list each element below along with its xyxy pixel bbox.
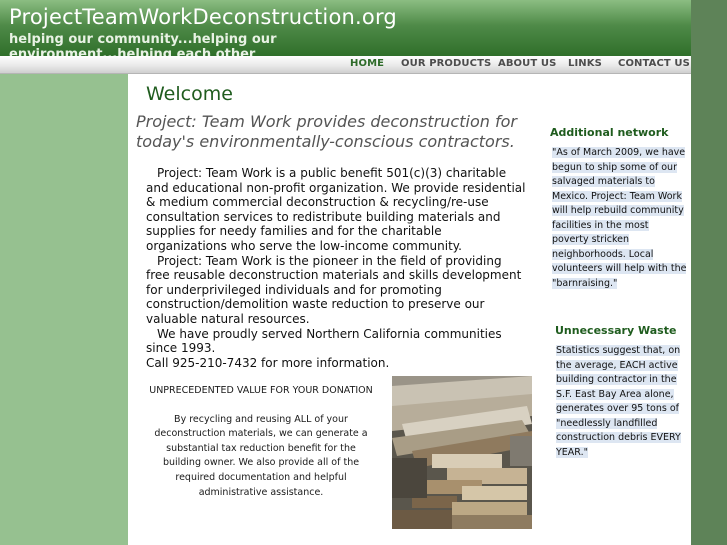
left-background-strip: [0, 70, 128, 545]
intro-text: Project: Team Work is a public benefit 5…: [146, 166, 526, 370]
page-title: Welcome: [146, 83, 233, 105]
lead-statement: Project: Team Work provides deconstructi…: [136, 112, 517, 151]
promo-text: By recycling and reusing ALL of your dec…: [154, 413, 368, 498]
site-tagline: helping our community...helping our envi…: [9, 32, 277, 56]
site-header: ProjectTeamWorkDeconstruction.org helpin…: [0, 0, 691, 56]
salvaged-lumber-photo: [392, 376, 532, 529]
promo-heading: UNPRECEDENTED VALUE FOR YOUR DONATION: [149, 385, 373, 396]
sidebar-text-unnecessary-waste: Statistics suggest that, on the average,…: [556, 344, 682, 460]
right-background-strip: [691, 0, 727, 545]
intro-paragraph: We have proudly served Northern Californ…: [146, 326, 502, 356]
sidebar-heading-additional-network: Additional network: [550, 126, 669, 139]
nav-contact-us[interactable]: CONTACT US: [618, 58, 690, 69]
intro-paragraph: Project: Team Work is the pioneer in the…: [146, 253, 522, 326]
nav-links[interactable]: LINKS: [568, 58, 602, 69]
intro-paragraph: Project: Team Work is a public benefit 5…: [146, 166, 526, 253]
contact-phone-line: Call 925-210-7432 for more information.: [146, 355, 390, 370]
nav-about-us[interactable]: ABOUT US: [498, 58, 556, 69]
donation-promo: UNPRECEDENTED VALUE FOR YOUR DONATION By…: [146, 384, 376, 500]
sidebar-statistic: Statistics suggest that, on the average,…: [556, 345, 681, 458]
nav-our-products[interactable]: OUR PRODUCTS: [401, 58, 491, 69]
sidebar-heading-unnecessary-waste: Unnecessary Waste: [555, 324, 677, 337]
sidebar-quote: "As of March 2009, we have begun to ship…: [552, 147, 687, 289]
sidebar-text-additional-network: "As of March 2009, we have begun to ship…: [552, 146, 687, 291]
site-title[interactable]: ProjectTeamWorkDeconstruction.org: [9, 5, 397, 29]
nav-home[interactable]: HOME: [350, 58, 384, 69]
main-navigation: HOME OUR PRODUCTS ABOUT US LINKS CONTACT…: [0, 56, 691, 74]
